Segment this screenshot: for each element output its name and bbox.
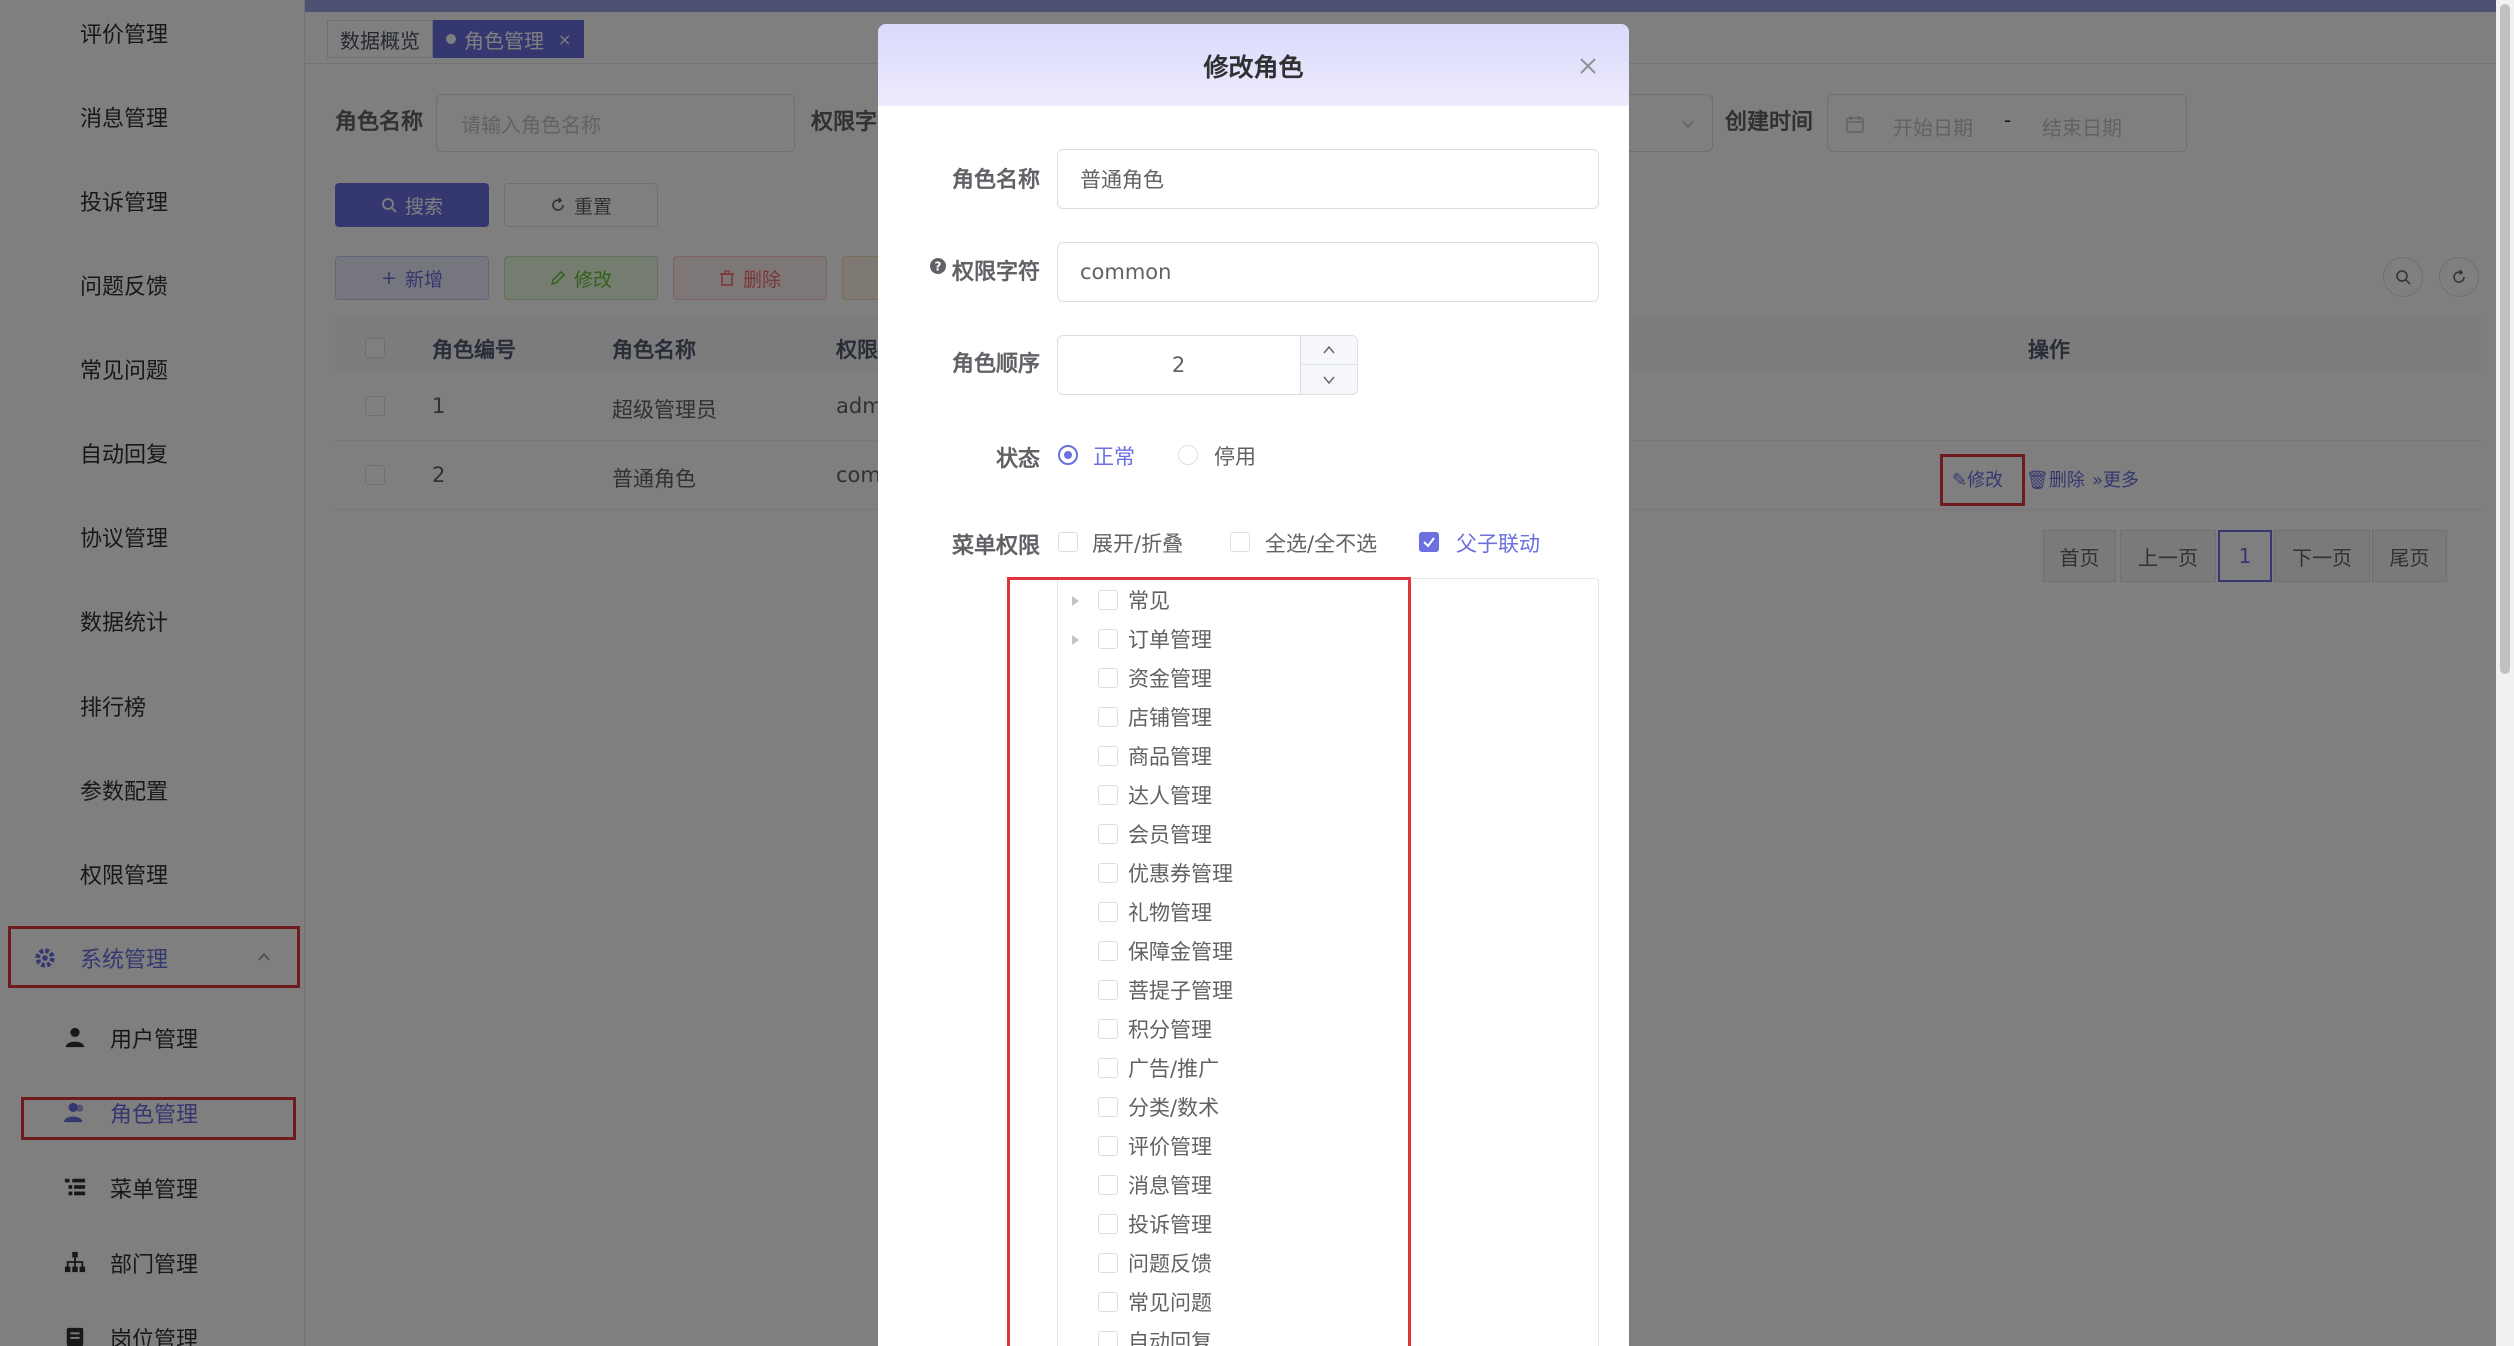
expand-collapse-label[interactable]: 展开/折叠 (1092, 528, 1183, 558)
perm-key-input[interactable]: common (1057, 242, 1599, 302)
scrollbar-thumb[interactable] (2500, 4, 2510, 674)
role-order-value: 2 (1171, 353, 1186, 377)
status-label: 状态 (995, 447, 1040, 472)
status-disabled-label[interactable]: 停用 (1214, 441, 1256, 471)
edit-role-dialog: 修改角色 角色名称 普通角色 ? 权限字符 common 角色顺序 2 状态 正… (878, 24, 1629, 1346)
parent-child-link-checkbox[interactable] (1419, 532, 1439, 552)
dialog-header: 修改角色 (878, 24, 1629, 106)
decrease-icon[interactable] (1321, 372, 1337, 388)
role-order-stepper[interactable]: 2 (1057, 335, 1358, 395)
status-normal-radio[interactable] (1058, 445, 1078, 465)
highlight-box-menu-tree (1007, 577, 1411, 1346)
stepper-divider (1301, 364, 1358, 365)
status-disabled-radio[interactable] (1178, 445, 1198, 465)
svg-text:?: ? (935, 260, 942, 274)
perm-key-label: 权限字符 (951, 260, 1040, 285)
status-normal-label[interactable]: 正常 (1093, 441, 1135, 471)
expand-collapse-checkbox[interactable] (1058, 532, 1078, 552)
select-all-menu-label[interactable]: 全选/全不选 (1265, 528, 1377, 558)
role-name-label: 角色名称 (951, 168, 1040, 193)
stepper-controls (1300, 336, 1358, 394)
dialog-title: 修改角色 (1203, 53, 1304, 82)
role-name-input[interactable]: 普通角色 (1057, 149, 1599, 209)
parent-child-link-label[interactable]: 父子联动 (1456, 528, 1540, 558)
help-icon[interactable]: ? (929, 257, 947, 275)
check-icon (1423, 537, 1435, 548)
close-icon[interactable] (1576, 54, 1600, 78)
page-scrollbar[interactable] (2496, 0, 2514, 1346)
role-order-label: 角色顺序 (951, 352, 1040, 377)
menu-perm-label: 菜单权限 (951, 534, 1040, 559)
increase-icon[interactable] (1321, 342, 1337, 358)
select-all-menu-checkbox[interactable] (1230, 532, 1250, 552)
